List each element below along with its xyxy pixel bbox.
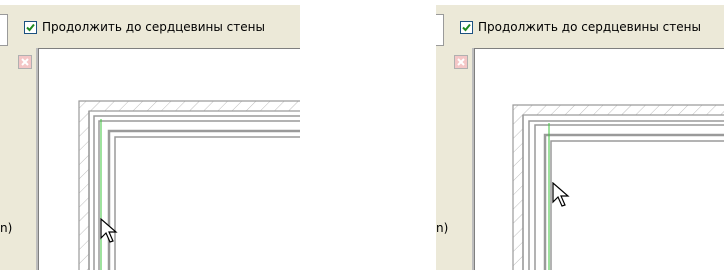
extend-to-core-checkbox[interactable] <box>24 21 37 34</box>
mouse-cursor-icon <box>552 182 570 207</box>
toolbar-field-edge[interactable] <box>0 14 8 46</box>
truncated-label: n) <box>436 221 449 235</box>
close-icon[interactable] <box>454 55 468 69</box>
toolbar-field-edge[interactable] <box>436 14 444 46</box>
panel-before: Продолжить до сердцевины стены n) <box>0 0 300 270</box>
wall-corner-drawing <box>512 104 724 270</box>
extend-to-core-label: Продолжить до сердцевины стены <box>42 20 265 34</box>
truncated-label: n) <box>0 221 13 235</box>
extend-to-core-checkbox[interactable] <box>460 21 473 34</box>
checkmark-icon <box>462 23 471 32</box>
checkmark-icon <box>26 23 35 32</box>
close-icon[interactable] <box>18 55 32 69</box>
options-bar: Продолжить до сердцевины стены <box>0 5 300 48</box>
drawing-canvas[interactable] <box>474 48 724 270</box>
drawing-canvas[interactable] <box>38 48 300 270</box>
wall-corner-drawing <box>78 100 300 270</box>
options-bar: Продолжить до сердцевины стены <box>436 5 724 48</box>
panel-after: Продолжить до сердцевины стены n) <box>436 0 724 270</box>
mouse-cursor-icon <box>100 218 118 243</box>
extend-to-core-label: Продолжить до сердцевины стены <box>478 20 701 34</box>
